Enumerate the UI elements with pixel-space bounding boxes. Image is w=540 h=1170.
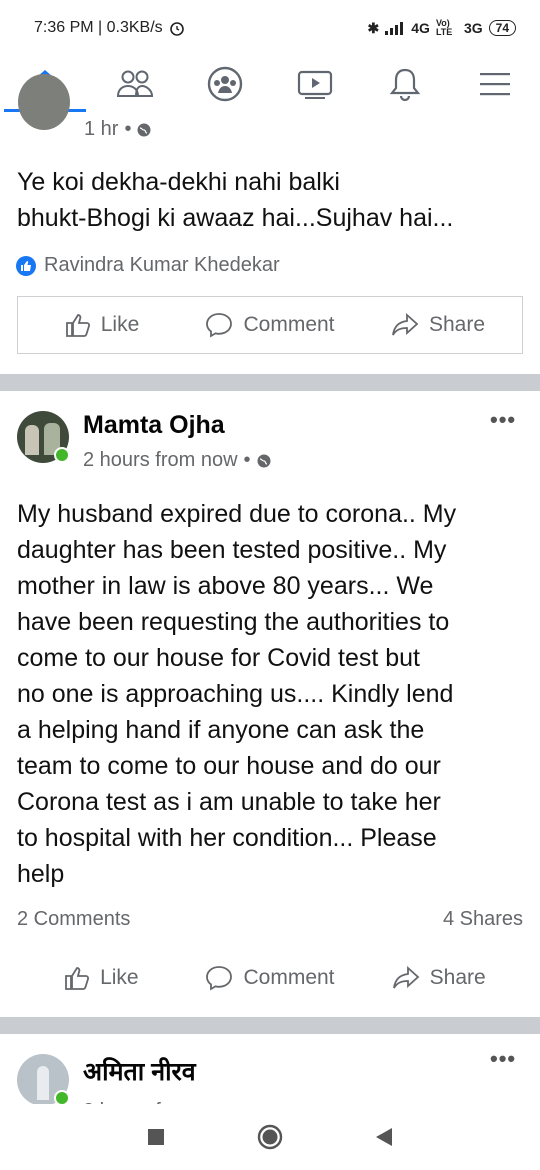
network-label: 4G xyxy=(411,20,430,36)
tab-menu[interactable] xyxy=(450,56,540,112)
like-reaction-icon xyxy=(16,255,36,276)
volte-label: Vo) LTE xyxy=(435,18,453,37)
status-time-speed: 7:36 PM | 0.3KB/s xyxy=(34,19,163,36)
tab-watch[interactable] xyxy=(270,56,360,112)
post-text-line: have been requesting the authorities to xyxy=(17,608,450,636)
recent-apps-icon[interactable] xyxy=(147,1128,165,1146)
post-actions: Like Comment Share xyxy=(0,949,540,1007)
reactions-summary[interactable]: Ravindra Kumar Khedekar xyxy=(16,254,280,277)
watch-icon xyxy=(297,70,333,99)
author-name[interactable]: Mamta Ojha xyxy=(83,411,225,440)
tab-groups[interactable] xyxy=(180,56,270,112)
like-icon xyxy=(65,967,90,990)
friends-icon xyxy=(116,70,154,97)
groups-icon xyxy=(207,66,243,102)
post-text-line: help xyxy=(17,860,65,888)
post-text-line: daughter has been tested positive.. My xyxy=(17,536,447,564)
battery-indicator: 74 xyxy=(488,20,516,36)
network2-label: 3G xyxy=(463,20,483,36)
news-feed: 1 hr • Ye koi dekha-dekhi nahi balki bhu… xyxy=(0,74,540,1120)
post-divider xyxy=(0,374,540,391)
share-label: Share xyxy=(428,313,486,336)
post-time[interactable]: 2 hours from now xyxy=(83,449,238,472)
comment-button[interactable]: Comment xyxy=(186,949,355,1007)
back-icon[interactable] xyxy=(375,1127,393,1147)
post-divider xyxy=(0,1017,540,1034)
alarm-icon xyxy=(169,22,184,36)
like-label: Like xyxy=(100,966,139,989)
share-icon xyxy=(392,313,419,336)
post-text-line: come to our house for Covid test but xyxy=(17,644,420,672)
like-label: Like xyxy=(100,313,140,336)
system-nav-bar xyxy=(0,1104,540,1170)
comment-icon xyxy=(206,966,233,991)
globe-icon xyxy=(257,454,271,467)
post-text-line: My husband expired due to corona.. My xyxy=(17,500,457,528)
shares-count[interactable]: 4 Shares xyxy=(443,908,523,931)
post-text: Ye koi dekha-dekhi nahi balki bhukt-Bhog… xyxy=(17,164,527,236)
home-button-icon[interactable] xyxy=(257,1124,283,1150)
top-nav xyxy=(0,56,540,112)
comment-button[interactable]: Comment xyxy=(186,297,354,353)
tab-notifications[interactable] xyxy=(360,56,450,112)
bluetooth-icon: ✱ xyxy=(367,19,380,36)
more-options-icon[interactable]: ••• xyxy=(490,407,516,433)
post-text-line: mother in law is above 80 years... We xyxy=(17,572,434,600)
share-label: Share xyxy=(429,966,486,989)
post-1: 1 hr • Ye koi dekha-dekhi nahi balki bhu… xyxy=(0,74,540,374)
post-text-line: bhukt-Bhogi ki awaaz hai...Sujhav hai... xyxy=(17,204,454,232)
bell-icon xyxy=(389,68,421,101)
liker-name: Ravindra Kumar Khedekar xyxy=(44,254,280,276)
author-name[interactable]: अमिता नीरव xyxy=(83,1054,196,1088)
post-text-line: Ye koi dekha-dekhi nahi balki xyxy=(17,168,340,196)
post-text: My husband expired due to corona.. My da… xyxy=(17,496,532,892)
post-time[interactable]: 1 hr xyxy=(84,118,118,141)
post-text-line: no one is approaching us.... Kindly lend xyxy=(17,680,454,708)
hamburger-menu-icon xyxy=(480,73,510,96)
post-2: Mamta Ojha ••• 2 hours from now • My hus… xyxy=(0,391,540,1017)
more-options-icon[interactable]: ••• xyxy=(490,1046,516,1072)
online-status-indicator xyxy=(54,447,70,463)
post-text-line: to hospital with her condition... Please xyxy=(17,824,437,852)
like-button[interactable]: Like xyxy=(18,297,186,353)
post-actions: Like Comment Share xyxy=(17,296,523,354)
post-text-line: a helping hand if anyone can ask the xyxy=(17,716,425,744)
comments-count[interactable]: 2 Comments xyxy=(17,908,130,931)
like-icon xyxy=(65,314,90,337)
post-meta: 1 hr • xyxy=(84,118,151,141)
signal-icon xyxy=(385,22,404,35)
comment-label: Comment xyxy=(243,966,335,989)
post-text-line: Corona test as i am unable to take her xyxy=(17,788,441,816)
share-button[interactable]: Share xyxy=(354,297,522,353)
like-button[interactable]: Like xyxy=(17,949,186,1007)
status-bar: 7:36 PM | 0.3KB/s ✱ 4G Vo) LTE 3G 74 xyxy=(0,0,540,56)
post-text-line: team to come to our house and do our xyxy=(17,752,441,780)
globe-icon xyxy=(137,123,151,136)
post-meta: 2 hours from now • xyxy=(83,449,271,472)
comment-icon xyxy=(206,313,233,338)
tab-friends[interactable] xyxy=(90,56,180,112)
avatar[interactable] xyxy=(18,74,70,130)
share-button[interactable]: Share xyxy=(354,949,523,1007)
share-icon xyxy=(392,966,420,989)
comment-label: Comment xyxy=(243,313,335,336)
